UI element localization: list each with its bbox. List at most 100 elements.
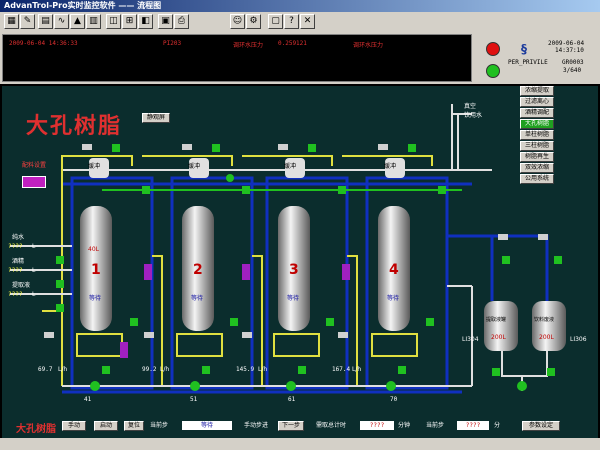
indicator-top-2	[226, 174, 234, 182]
feed-extract-unit: L	[32, 291, 36, 298]
nav-macroporous-resin[interactable]: 大孔树脂	[520, 119, 554, 129]
nav-single-column[interactable]: 单柱树脂	[520, 130, 554, 140]
process-panel: 大孔树脂 静观屏 真空 饮用水 配料设置 浓缩提取 过滤离心 酒精调配 大孔树脂…	[2, 86, 598, 416]
pump-2	[190, 381, 200, 391]
alarm-time: 2009-06-04 14:36:33	[9, 40, 78, 47]
info-user: PER_PRIVILE	[508, 59, 548, 66]
exit-icon[interactable]: ✕	[300, 14, 315, 29]
buffer-label-4: 缓冲	[384, 163, 397, 170]
flow-icon[interactable]: ⊞	[122, 14, 137, 29]
alarm-desc: 调环水压力	[233, 42, 264, 49]
alarm-lamp-green[interactable]	[486, 64, 500, 78]
vacuum-label: 真空	[464, 103, 477, 110]
system-icon[interactable]: ⚙	[246, 14, 261, 29]
pump-5	[517, 381, 527, 391]
pump-loop-2	[176, 333, 223, 357]
buffer-label-1: 缓冲	[88, 163, 101, 170]
feed-extract-value: ????	[8, 291, 23, 298]
window-titlebar: AdvanTrol-Pro实时监控软件 —— 流程图	[0, 0, 600, 12]
column-3-flow: 145.9	[236, 366, 255, 373]
alarm-icon[interactable]: ▲	[70, 14, 85, 29]
column-1-flow: 69.7	[38, 366, 53, 373]
start-button[interactable]: 启动	[94, 421, 118, 431]
info-date: 2009-06-04	[548, 40, 585, 47]
nav-alcohol[interactable]: 酒精调配	[520, 108, 554, 118]
product-tank-b	[532, 301, 566, 351]
column-4-state: 等待	[387, 295, 400, 302]
pump-1	[90, 381, 100, 391]
logo-icon: §	[521, 42, 527, 56]
page-title: 大孔树脂	[26, 113, 123, 139]
config-icon[interactable]: ✎	[20, 14, 35, 29]
alarm-tag: PI203	[163, 40, 182, 47]
pump-loop-3	[273, 333, 320, 357]
column-3-number: 3	[289, 262, 299, 278]
nav-three-column[interactable]: 三柱树脂	[520, 141, 554, 151]
reset-button[interactable]: 复位	[124, 421, 144, 431]
pump-loop-4	[371, 333, 418, 357]
info-time: 14:37:10	[555, 47, 584, 54]
current-step2-value: ????	[457, 421, 489, 430]
param-settings-button[interactable]: 参数设定	[522, 421, 560, 431]
toolbar: ▦ ✎ ▤ ∿ ▲ ▥ ◫ ⊞ ◧ ▣ ⎙ ☺ ⚙ ▢ ? ✕	[0, 12, 600, 33]
conversion-indicator[interactable]	[22, 176, 46, 188]
control-icon[interactable]: ◧	[138, 14, 153, 29]
print-icon[interactable]: ⎙	[174, 14, 189, 29]
tank-a-level: 200L	[491, 334, 506, 341]
user-icon[interactable]: ☺	[230, 14, 245, 29]
nav-filter[interactable]: 过滤离心	[520, 97, 554, 107]
column-1-flow-unit: L/h	[58, 366, 68, 373]
nav-resin-regen[interactable]: 树脂再生	[520, 152, 554, 162]
exchanger-3	[342, 264, 350, 280]
info-page-num: 3/640	[563, 67, 582, 74]
pipe-tank-bottom	[501, 351, 548, 377]
column-1-number: 1	[91, 262, 101, 278]
total-time-label: 需取总计时	[316, 422, 347, 429]
lock-icon[interactable]: ▢	[268, 14, 283, 29]
drinking-water-label: 饮用水	[464, 112, 483, 119]
pipe-to-tank-a	[447, 234, 494, 301]
feed-water-unit: L	[32, 243, 36, 250]
help-icon[interactable]: ?	[284, 14, 299, 29]
feed-water-value: ????	[8, 243, 23, 250]
current-step2-label: 当前步	[426, 422, 445, 429]
status-bar	[0, 438, 600, 450]
current-step-label: 当前步	[150, 422, 169, 429]
report-icon[interactable]: ▤	[38, 14, 53, 29]
nav-utilities[interactable]: 公用系统	[520, 174, 554, 184]
nav-double-effect[interactable]: 双效浓缩	[520, 163, 554, 173]
group-icon[interactable]: ▥	[86, 14, 101, 29]
column-2-state: 等待	[191, 295, 204, 302]
overview-icon[interactable]: ◫	[106, 14, 121, 29]
conversion-label: 配料设置	[16, 162, 52, 172]
total-time-value: ????	[360, 421, 394, 430]
feed-alcohol-value: ????	[8, 267, 23, 274]
static-view-button[interactable]: 静观屏	[142, 113, 170, 123]
alarm-value: 0.259121	[278, 40, 307, 47]
alarm-lamp-red[interactable]	[486, 42, 500, 56]
alarm-desc2: 调环水压力	[353, 42, 384, 49]
manual-button[interactable]: 手动	[62, 421, 86, 431]
column-4-flow-unit: L/h	[352, 366, 362, 373]
alarm-list[interactable]: 2009-06-04 14:36:33 PI203 调环水压力 0.259121…	[2, 34, 472, 82]
feed-alcohol-label: 酒精	[12, 258, 25, 265]
column-4-flow: 167.4	[332, 366, 351, 373]
column-1-state: 等待	[89, 295, 102, 302]
trend-icon[interactable]: ∿	[54, 14, 69, 29]
minutes2-label: 分	[494, 422, 501, 429]
column-4-bottom: 70	[390, 396, 398, 403]
pump-4	[386, 381, 396, 391]
info-page-code: GR0003	[562, 59, 584, 66]
column-2-flow: 99.2	[142, 366, 157, 373]
open-icon[interactable]: ▦	[4, 14, 19, 29]
next-step-button[interactable]: 下一步	[278, 421, 304, 431]
buffer-label-3: 缓冲	[284, 163, 297, 170]
pipe-yellow-2	[142, 155, 233, 166]
exchanger-1	[144, 264, 152, 280]
data-icon[interactable]: ▣	[158, 14, 173, 29]
minutes-label: 分钟	[398, 422, 411, 429]
pump-loop-1	[76, 333, 123, 357]
nav-concentrate[interactable]: 浓缩提取	[520, 86, 554, 96]
tank-b-tag: LI306	[570, 336, 587, 343]
column-1-top: 40L	[88, 246, 99, 253]
